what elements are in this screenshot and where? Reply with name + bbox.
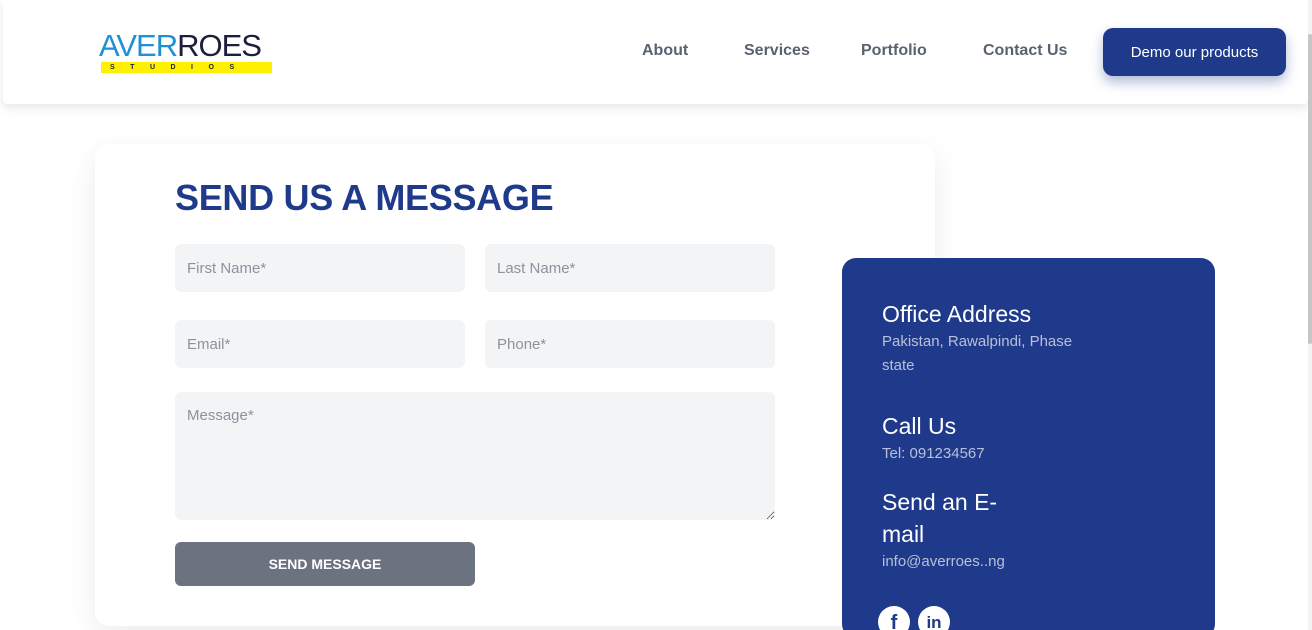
last-name-input[interactable] — [485, 244, 775, 292]
nav-about[interactable]: About — [642, 42, 688, 60]
message-textarea[interactable] — [175, 392, 775, 520]
phone-number: Tel: 091234567 — [882, 445, 985, 462]
contact-info-card: Office Address Pakistan, Rawalpindi, Pha… — [842, 258, 1215, 630]
first-name-input[interactable] — [175, 244, 465, 292]
email-heading-line2: mail — [882, 521, 925, 547]
contact-form-card: SEND US A MESSAGE SEND MESSAGE — [95, 144, 935, 626]
site-header: AVERROES STUDIOS About Services Portfoli… — [3, 0, 1308, 104]
send-message-button[interactable]: SEND MESSAGE — [175, 542, 475, 586]
call-us-heading: Call Us — [882, 413, 957, 439]
facebook-icon[interactable]: f — [878, 606, 910, 630]
email-input[interactable] — [175, 320, 465, 368]
office-address-line1: Pakistan, Rawalpindi, Phase — [882, 333, 1073, 350]
form-title: SEND US A MESSAGE — [175, 177, 554, 218]
email-address[interactable]: info@averroes..ng — [882, 550, 1005, 574]
scrollbar-thumb[interactable] — [1308, 34, 1312, 344]
nav-services[interactable]: Services — [744, 42, 810, 60]
office-address-heading: Office Address — [882, 301, 1032, 327]
demo-products-button[interactable]: Demo our products — [1103, 28, 1286, 76]
phone-input[interactable] — [485, 320, 775, 368]
main-nav: About Services Portfolio Contact Us Demo… — [3, 0, 1308, 104]
nav-portfolio[interactable]: Portfolio — [861, 42, 927, 60]
linkedin-icon[interactable]: in — [918, 606, 950, 630]
email-heading-line1: Send an E- — [882, 489, 998, 515]
nav-contact[interactable]: Contact Us — [983, 42, 1067, 60]
page-scrollbar[interactable] — [1308, 0, 1312, 630]
office-address-line2: state — [882, 357, 915, 374]
